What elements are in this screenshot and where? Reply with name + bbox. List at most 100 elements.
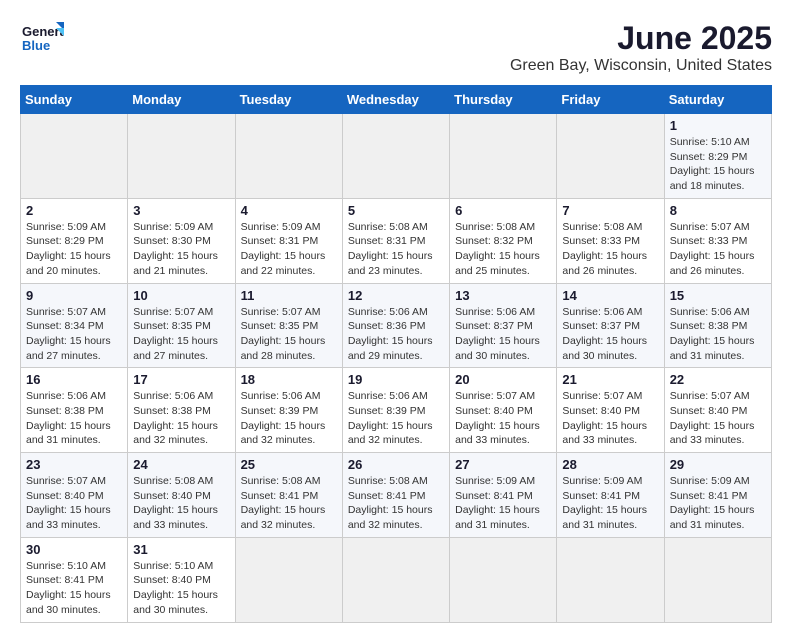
calendar-week-6: 30 Sunrise: 5:10 AMSunset: 8:41 PMDayligh… <box>21 537 772 622</box>
day-info: Sunrise: 5:09 AMSunset: 8:31 PMDaylight:… <box>241 220 337 279</box>
calendar-cell: 22Sunrise: 5:07 AMSunset: 8:40 PMDayligh… <box>664 368 771 453</box>
day-info: Sunrise: 5:09 AMSunset: 8:41 PMDaylight:… <box>455 474 551 533</box>
day-info: Sunrise: 5:09 AMSunset: 8:41 PMDaylight:… <box>670 474 766 533</box>
calendar-cell <box>557 114 664 199</box>
day-number: 22 <box>670 372 766 387</box>
day-info: Sunrise: 5:10 AMSunset: 8:41 PMDaylight:… <box>26 559 122 618</box>
calendar-cell: 9 Sunrise: 5:07 AMSunset: 8:34 PMDaylight… <box>21 283 128 368</box>
calendar-cell: 19Sunrise: 5:06 AMSunset: 8:39 PMDayligh… <box>342 368 449 453</box>
logo-icon: General Blue <box>20 20 64 56</box>
calendar-cell: 15 Sunrise: 5:06 AMSunset: 8:38 PMDayligh… <box>664 283 771 368</box>
day-info: Sunrise: 5:06 AMSunset: 8:37 PMDaylight:… <box>455 305 551 364</box>
calendar-cell <box>450 114 557 199</box>
weekday-header-sunday: Sunday <box>21 86 128 114</box>
calendar-cell: 20Sunrise: 5:07 AMSunset: 8:40 PMDayligh… <box>450 368 557 453</box>
day-info: Sunrise: 5:08 AMSunset: 8:41 PMDaylight:… <box>241 474 337 533</box>
calendar-week-5: 23 Sunrise: 5:07 AMSunset: 8:40 PMDayligh… <box>21 453 772 538</box>
calendar-cell: 24 Sunrise: 5:08 AMSunset: 8:40 PMDayligh… <box>128 453 235 538</box>
calendar-cell: 28Sunrise: 5:09 AMSunset: 8:41 PMDayligh… <box>557 453 664 538</box>
weekday-header-tuesday: Tuesday <box>235 86 342 114</box>
day-info: Sunrise: 5:06 AMSunset: 8:39 PMDaylight:… <box>241 389 337 448</box>
day-number: 24 <box>133 457 229 472</box>
main-title: June 2025 <box>510 20 772 57</box>
calendar-week-3: 9 Sunrise: 5:07 AMSunset: 8:34 PMDaylight… <box>21 283 772 368</box>
calendar-cell <box>664 537 771 622</box>
day-number: 2 <box>26 203 122 218</box>
calendar-cell <box>342 114 449 199</box>
calendar-cell: 6 Sunrise: 5:08 AMSunset: 8:32 PMDaylight… <box>450 198 557 283</box>
day-number: 31 <box>133 542 229 557</box>
calendar-cell: 11Sunrise: 5:07 AMSunset: 8:35 PMDayligh… <box>235 283 342 368</box>
calendar-cell <box>342 537 449 622</box>
day-number: 4 <box>241 203 337 218</box>
calendar-cell: 3Sunrise: 5:09 AMSunset: 8:30 PMDaylight… <box>128 198 235 283</box>
day-number: 18 <box>241 372 337 387</box>
weekday-header-monday: Monday <box>128 86 235 114</box>
day-info: Sunrise: 5:08 AMSunset: 8:40 PMDaylight:… <box>133 474 229 533</box>
calendar-cell: 14 Sunrise: 5:06 AMSunset: 8:37 PMDayligh… <box>557 283 664 368</box>
day-info: Sunrise: 5:06 AMSunset: 8:37 PMDaylight:… <box>562 305 658 364</box>
calendar-week-2: 2Sunrise: 5:09 AMSunset: 8:29 PMDaylight… <box>21 198 772 283</box>
day-number: 26 <box>348 457 444 472</box>
calendar-cell: 29 Sunrise: 5:09 AMSunset: 8:41 PMDayligh… <box>664 453 771 538</box>
day-info: Sunrise: 5:07 AMSunset: 8:34 PMDaylight:… <box>26 305 122 364</box>
day-number: 14 <box>562 288 658 303</box>
weekday-header-thursday: Thursday <box>450 86 557 114</box>
calendar-cell: 2Sunrise: 5:09 AMSunset: 8:29 PMDaylight… <box>21 198 128 283</box>
day-info: Sunrise: 5:06 AMSunset: 8:36 PMDaylight:… <box>348 305 444 364</box>
header: General Blue June 2025 Green Bay, Wiscon… <box>20 20 772 75</box>
day-number: 6 <box>455 203 551 218</box>
calendar-cell: 13 Sunrise: 5:06 AMSunset: 8:37 PMDayligh… <box>450 283 557 368</box>
day-number: 15 <box>670 288 766 303</box>
calendar-cell: 8Sunrise: 5:07 AMSunset: 8:33 PMDaylight… <box>664 198 771 283</box>
day-number: 21 <box>562 372 658 387</box>
calendar-cell <box>235 114 342 199</box>
calendar-cell: 26 Sunrise: 5:08 AMSunset: 8:41 PMDayligh… <box>342 453 449 538</box>
day-info: Sunrise: 5:06 AMSunset: 8:39 PMDaylight:… <box>348 389 444 448</box>
day-number: 17 <box>133 372 229 387</box>
title-area: June 2025 Green Bay, Wisconsin, United S… <box>510 20 772 75</box>
calendar-cell: 1Sunrise: 5:10 AMSunset: 8:29 PMDaylight… <box>664 114 771 199</box>
calendar-cell: 23 Sunrise: 5:07 AMSunset: 8:40 PMDayligh… <box>21 453 128 538</box>
calendar-cell <box>557 537 664 622</box>
calendar-cell: 17 Sunrise: 5:06 AMSunset: 8:38 PMDayligh… <box>128 368 235 453</box>
day-info: Sunrise: 5:08 AMSunset: 8:31 PMDaylight:… <box>348 220 444 279</box>
day-number: 23 <box>26 457 122 472</box>
day-number: 25 <box>241 457 337 472</box>
calendar-table: SundayMondayTuesdayWednesdayThursdayFrid… <box>20 85 772 623</box>
day-number: 3 <box>133 203 229 218</box>
calendar-cell: 30 Sunrise: 5:10 AMSunset: 8:41 PMDayligh… <box>21 537 128 622</box>
day-number: 13 <box>455 288 551 303</box>
day-info: Sunrise: 5:10 AMSunset: 8:29 PMDaylight:… <box>670 135 766 194</box>
day-info: Sunrise: 5:07 AMSunset: 8:40 PMDaylight:… <box>562 389 658 448</box>
day-number: 9 <box>26 288 122 303</box>
day-info: Sunrise: 5:06 AMSunset: 8:38 PMDaylight:… <box>133 389 229 448</box>
calendar-cell <box>235 537 342 622</box>
day-number: 5 <box>348 203 444 218</box>
day-info: Sunrise: 5:09 AMSunset: 8:41 PMDaylight:… <box>562 474 658 533</box>
day-info: Sunrise: 5:10 AMSunset: 8:40 PMDaylight:… <box>133 559 229 618</box>
svg-text:General: General <box>22 24 64 39</box>
calendar-cell: 27 Sunrise: 5:09 AMSunset: 8:41 PMDayligh… <box>450 453 557 538</box>
day-number: 30 <box>26 542 122 557</box>
calendar-cell: 31 Sunrise: 5:10 AMSunset: 8:40 PMDayligh… <box>128 537 235 622</box>
subtitle: Green Bay, Wisconsin, United States <box>510 57 772 75</box>
day-info: Sunrise: 5:08 AMSunset: 8:32 PMDaylight:… <box>455 220 551 279</box>
weekday-header-row: SundayMondayTuesdayWednesdayThursdayFrid… <box>21 86 772 114</box>
weekday-header-saturday: Saturday <box>664 86 771 114</box>
day-number: 10 <box>133 288 229 303</box>
calendar-cell: 18 Sunrise: 5:06 AMSunset: 8:39 PMDayligh… <box>235 368 342 453</box>
day-info: Sunrise: 5:08 AMSunset: 8:41 PMDaylight:… <box>348 474 444 533</box>
day-info: Sunrise: 5:07 AMSunset: 8:40 PMDaylight:… <box>26 474 122 533</box>
day-number: 11 <box>241 288 337 303</box>
calendar-week-4: 16Sunrise: 5:06 AMSunset: 8:38 PMDayligh… <box>21 368 772 453</box>
day-number: 27 <box>455 457 551 472</box>
day-info: Sunrise: 5:07 AMSunset: 8:40 PMDaylight:… <box>455 389 551 448</box>
day-number: 29 <box>670 457 766 472</box>
day-info: Sunrise: 5:07 AMSunset: 8:35 PMDaylight:… <box>133 305 229 364</box>
weekday-header-friday: Friday <box>557 86 664 114</box>
day-number: 7 <box>562 203 658 218</box>
calendar-cell <box>21 114 128 199</box>
day-info: Sunrise: 5:06 AMSunset: 8:38 PMDaylight:… <box>670 305 766 364</box>
day-info: Sunrise: 5:07 AMSunset: 8:33 PMDaylight:… <box>670 220 766 279</box>
